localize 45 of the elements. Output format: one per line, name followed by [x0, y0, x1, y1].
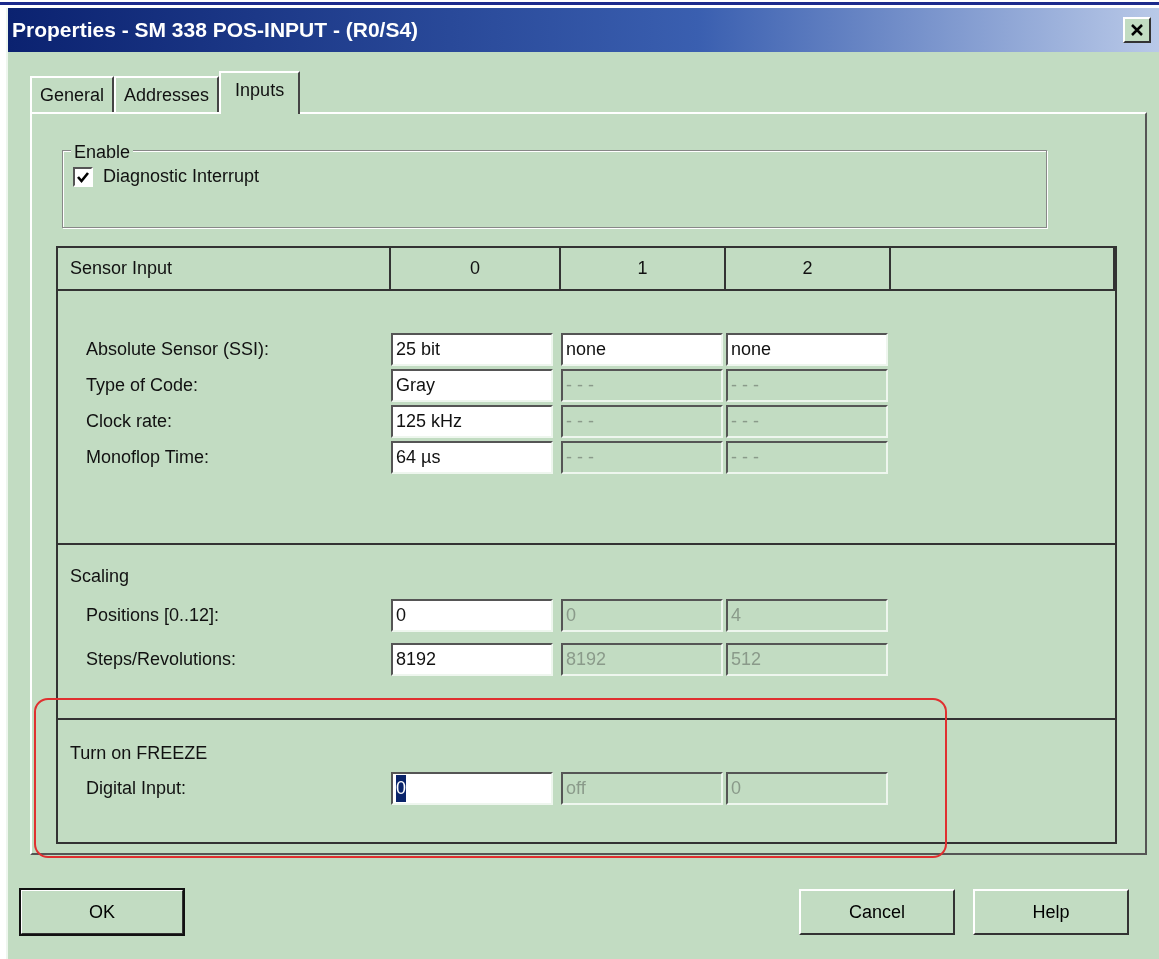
dialog-button[interactable]: OK	[20, 889, 184, 935]
input-field: 4	[726, 598, 888, 632]
close-icon	[1130, 23, 1144, 37]
close-button[interactable]	[1123, 17, 1151, 43]
input-field: 8192	[561, 642, 723, 676]
section-heading: Turn on FREEZE	[70, 742, 209, 765]
tab[interactable]: General	[30, 76, 115, 112]
field-label: Absolute Sensor (SSI):	[85, 337, 271, 361]
input-field[interactable]: 64 µs	[391, 440, 553, 474]
field-label: Clock rate:	[85, 409, 174, 433]
column-header: 2	[726, 248, 891, 289]
input-field: - - -	[726, 404, 888, 438]
input-field[interactable]: Gray	[391, 368, 553, 402]
dialog-button[interactable]: Cancel	[799, 889, 955, 935]
input-field: 512	[726, 642, 888, 676]
input-field[interactable]: 125 kHz	[391, 404, 553, 438]
input-field: 0	[561, 598, 723, 632]
checkbox-label: Diagnostic Interrupt	[103, 165, 260, 188]
input-field: 0	[726, 771, 888, 805]
field-label: Steps/Revolutions:	[85, 647, 238, 671]
input-field[interactable]: 0	[391, 771, 553, 805]
column-header: 0	[391, 248, 561, 289]
input-field: - - -	[726, 440, 888, 474]
section-heading: Scaling	[70, 565, 131, 588]
checkbox[interactable]	[73, 166, 93, 187]
input-field[interactable]: none	[726, 332, 888, 366]
field-label: Digital Input:	[85, 776, 188, 800]
input-field[interactable]: 8192	[391, 642, 553, 676]
input-field: - - -	[561, 404, 723, 438]
input-field: - - -	[726, 368, 888, 402]
field-label: Positions [0..12]:	[85, 603, 221, 627]
window-title: Properties - SM 338 POS-INPUT - (R0/S4)	[12, 17, 419, 44]
dialog-button[interactable]: Help	[973, 889, 1129, 935]
input-field[interactable]: 25 bit	[391, 332, 553, 366]
input-field[interactable]: 0	[391, 598, 553, 632]
field-label: Monoflop Time:	[85, 445, 211, 469]
field-label: Type of Code:	[85, 373, 200, 397]
column-header: Sensor Input	[58, 248, 391, 289]
tab[interactable]: Addresses	[114, 76, 220, 112]
input-field: off	[561, 771, 723, 805]
tab[interactable]: Inputs	[219, 71, 301, 114]
column-header: 1	[561, 248, 726, 289]
input-field: - - -	[561, 440, 723, 474]
input-field: - - -	[561, 368, 723, 402]
input-field[interactable]: none	[561, 332, 723, 366]
